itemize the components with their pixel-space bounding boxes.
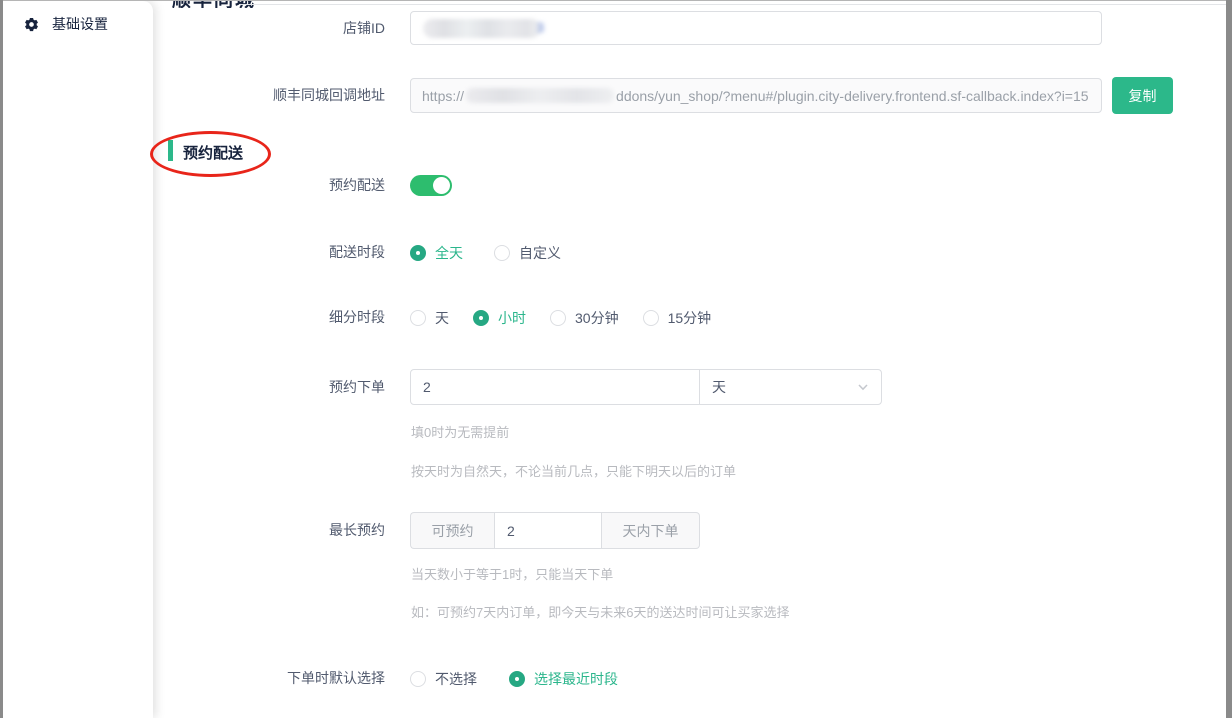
radio-dot [410, 310, 426, 326]
unit-select[interactable]: 天 [699, 369, 882, 405]
window-border-left [0, 0, 3, 718]
radio-dot [509, 671, 525, 687]
reserve-toggle-label: 预约配送 [153, 173, 385, 197]
redacted-url-segment [466, 88, 614, 103]
callback-url-prefix: https:// [422, 88, 464, 104]
radio-nearest-period[interactable]: 选择最近时段 [509, 669, 618, 689]
callback-url-suffix: ddons/yun_shop/?menu#/plugin.city-delive… [616, 88, 1089, 104]
settings-form: 顺丰同城 店铺ID 3 顺丰同城回调地址 https:// ddons/yun_… [153, 1, 1226, 718]
max-reserve-help-2: 如：可预约7天内订单，即今天与未来6天的送达时间可让买家选择 [411, 602, 789, 621]
shop-id-label: 店铺ID [153, 11, 385, 45]
radio-hour[interactable]: 小时 [473, 308, 526, 328]
radio-dot [473, 310, 489, 326]
max-reserve-input[interactable] [494, 512, 602, 549]
delivery-period-radio-group: 全天 自定义 [410, 242, 561, 263]
default-select-radio-group: 不选择 选择最近时段 [410, 668, 618, 689]
callback-url-input[interactable]: https:// ddons/yun_shop/?menu#/plugin.ci… [410, 78, 1102, 113]
unit-select-value: 天 [712, 377, 726, 397]
granularity-radio-group: 天 小时 30分钟 15分钟 [410, 307, 711, 328]
max-reserve-append: 天内下单 [602, 512, 700, 549]
sidebar: 基础设置 [3, 1, 153, 718]
max-reserve-help-1: 当天数小于等于1时，只能当天下单 [411, 564, 613, 583]
advance-order-help-2: 按天时为自然天，不论当前几点，只能下明天以后的订单 [411, 461, 736, 480]
radio-30min[interactable]: 30分钟 [550, 308, 619, 328]
chevron-down-icon [857, 381, 869, 393]
copy-button[interactable]: 复制 [1112, 77, 1173, 114]
shop-id-input[interactable]: 3 [410, 11, 1102, 45]
sidebar-item-basic-settings[interactable]: 基础设置 [3, 1, 153, 47]
radio-day[interactable]: 天 [410, 308, 449, 328]
section-title-reserve-delivery: 预约配送 [183, 142, 243, 163]
reserve-delivery-toggle[interactable] [410, 175, 452, 196]
window-border-right[interactable] [1226, 0, 1232, 718]
radio-no-select[interactable]: 不选择 [410, 669, 477, 689]
radio-custom[interactable]: 自定义 [494, 243, 561, 263]
radio-dot [494, 245, 510, 261]
advance-order-input[interactable] [410, 369, 700, 405]
radio-15min[interactable]: 15分钟 [643, 308, 712, 328]
delivery-period-label: 配送时段 [153, 242, 385, 263]
radio-dot [410, 671, 426, 687]
max-reserve-input-group: 可预约 天内下单 [410, 512, 700, 549]
advance-order-label: 预约下单 [153, 369, 385, 405]
radio-dot [550, 310, 566, 326]
default-select-label: 下单时默认选择 [153, 668, 385, 689]
radio-all-day[interactable]: 全天 [410, 243, 463, 263]
gear-icon [24, 17, 39, 32]
sidebar-item-label: 基础设置 [52, 14, 108, 34]
radio-dot [643, 310, 659, 326]
redacted-shop-id-value: 3 [423, 19, 541, 38]
advance-order-help-1: 填0时为无需提前 [411, 422, 509, 441]
max-reserve-prepend: 可预约 [410, 512, 494, 549]
max-reserve-label: 最长预约 [153, 512, 385, 549]
section-accent-bar [168, 140, 173, 161]
window-border-top [0, 0, 1232, 1]
callback-url-label: 顺丰同城回调地址 [153, 78, 385, 113]
granularity-label: 细分时段 [153, 307, 385, 328]
radio-dot [410, 245, 426, 261]
top-divider [239, 4, 1226, 5]
